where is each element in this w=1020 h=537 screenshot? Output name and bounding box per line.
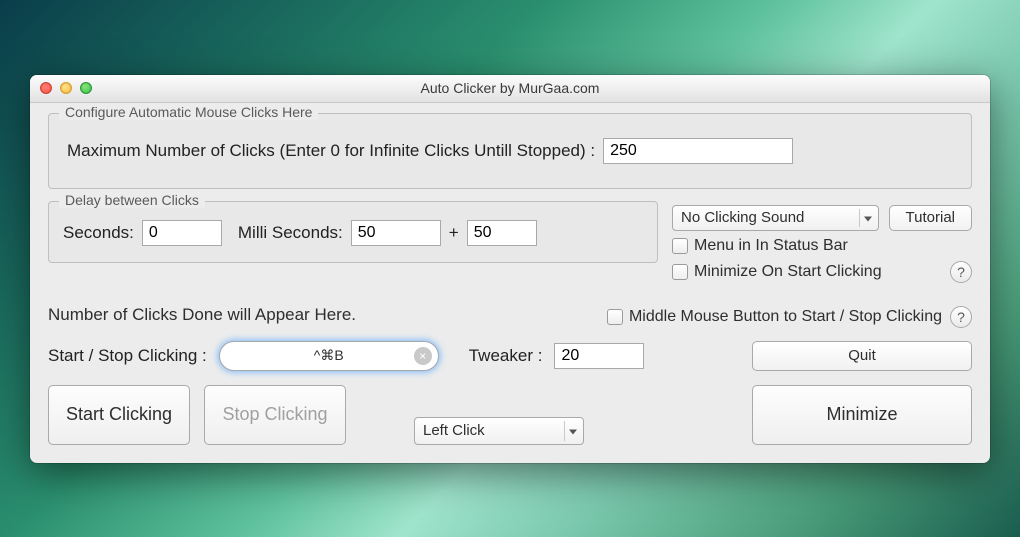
minimize-start-option[interactable]: Minimize On Start Clicking [672, 263, 942, 281]
configure-legend: Configure Automatic Mouse Clicks Here [59, 104, 318, 120]
menu-bar-label: Menu in In Status Bar [694, 237, 848, 255]
max-clicks-row: Maximum Number of Clicks (Enter 0 for In… [67, 138, 953, 164]
help-icon[interactable]: ? [950, 306, 972, 328]
max-clicks-label: Maximum Number of Clicks (Enter 0 for In… [67, 141, 595, 161]
minimize-start-label: Minimize On Start Clicking [694, 263, 882, 281]
menu-bar-option[interactable]: Menu in In Status Bar [672, 237, 972, 255]
hotkey-row: Start / Stop Clicking : ^⌘B × Tweaker : … [48, 341, 972, 371]
delay-row: Seconds: Milli Seconds: + [63, 220, 643, 246]
hotkey-label: Start / Stop Clicking : [48, 346, 207, 366]
middle-mouse-label: Middle Mouse Button to Start / Stop Clic… [629, 308, 942, 326]
status-text: Number of Clicks Done will Appear Here. [48, 305, 356, 325]
tweaker-input[interactable] [554, 343, 644, 369]
middle-mouse-option[interactable]: Middle Mouse Button to Start / Stop Clic… [607, 308, 942, 326]
delay-and-options: Delay between Clicks Seconds: Milli Seco… [48, 201, 972, 283]
minimize-button[interactable]: Minimize [752, 385, 972, 445]
checkbox-icon[interactable] [672, 264, 688, 280]
close-icon[interactable] [40, 82, 52, 94]
configure-group: Configure Automatic Mouse Clicks Here Ma… [48, 113, 972, 189]
seconds-label: Seconds: [63, 223, 134, 243]
click-type-value: Left Click [423, 422, 485, 439]
ms-label: Milli Seconds: [238, 223, 343, 243]
clear-hotkey-icon[interactable]: × [414, 347, 432, 365]
tutorial-button[interactable]: Tutorial [889, 205, 972, 231]
window-title: Auto Clicker by MurGaa.com [30, 80, 990, 96]
delay-legend: Delay between Clicks [59, 192, 205, 208]
plus-label: + [449, 223, 459, 243]
hotkey-input[interactable]: ^⌘B × [219, 341, 439, 371]
click-type-select[interactable]: Left Click [414, 417, 584, 445]
tweaker-label: Tweaker : [469, 346, 543, 366]
hotkey-value: ^⌘B [314, 347, 344, 364]
checkbox-icon[interactable] [672, 238, 688, 254]
app-window: Auto Clicker by MurGaa.com Configure Aut… [30, 75, 990, 463]
quit-button[interactable]: Quit [752, 341, 972, 371]
help-icon[interactable]: ? [950, 261, 972, 283]
zoom-icon[interactable] [80, 82, 92, 94]
stop-clicking-button[interactable]: Stop Clicking [204, 385, 346, 445]
titlebar[interactable]: Auto Clicker by MurGaa.com [30, 75, 990, 103]
sound-select[interactable]: No Clicking Sound [672, 205, 879, 231]
ms-input-1[interactable] [351, 220, 441, 246]
options-column: No Clicking Sound Tutorial Menu in In St… [672, 201, 972, 283]
max-clicks-input[interactable] [603, 138, 793, 164]
window-controls [30, 82, 92, 94]
bottom-row: Start Clicking Stop Clicking Left Click … [48, 385, 972, 445]
content-area: Configure Automatic Mouse Clicks Here Ma… [30, 103, 990, 463]
seconds-input[interactable] [142, 220, 222, 246]
delay-group: Delay between Clicks Seconds: Milli Seco… [48, 201, 658, 263]
checkbox-icon[interactable] [607, 309, 623, 325]
sound-select-value: No Clicking Sound [681, 209, 804, 226]
ms-input-2[interactable] [467, 220, 537, 246]
start-clicking-button[interactable]: Start Clicking [48, 385, 190, 445]
minimize-icon[interactable] [60, 82, 72, 94]
